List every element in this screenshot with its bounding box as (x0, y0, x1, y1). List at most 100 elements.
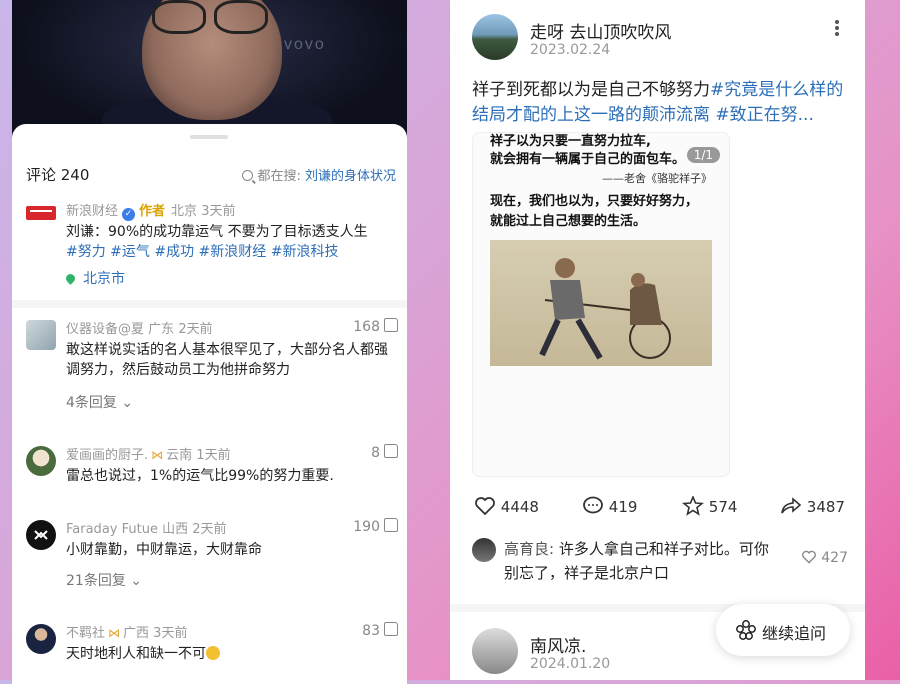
emoji-icon (206, 646, 220, 660)
image-counter: 1/1 (686, 147, 720, 163)
post-location[interactable]: 北京市 (64, 268, 125, 288)
comments-panel: 评论 240 都在搜: 刘谦的身体状况 新浪财经 ✓ 作者 北京 3天前 刘谦：90%… (12, 124, 407, 684)
location-label: 北京市 (83, 271, 125, 287)
share-count: 3487 (806, 498, 845, 516)
thumb-up-icon (384, 518, 398, 532)
hot-comment-author[interactable]: 高育良: (504, 540, 554, 558)
like-button[interactable]: 83 (362, 622, 398, 639)
comment-text: 小财靠勤，中财靠运，大财靠命 (66, 542, 262, 558)
hot-comment-text: 高育良: 许多人拿自己和祥子对比。可你别忘了，祥子是北京户口 (504, 537, 774, 585)
comment-region: 广东 (148, 322, 175, 337)
share-button[interactable]: 3487 (780, 496, 845, 516)
trending-search[interactable]: 都在搜: 刘谦的身体状况 (242, 165, 396, 184)
comment-text: 天时地利人和缺一不可 (66, 644, 396, 664)
comment-button[interactable]: 419 (582, 496, 637, 516)
comment-author[interactable]: 不羁社 (66, 626, 105, 641)
comment-author[interactable]: 仪器设备@夏 (66, 322, 144, 337)
comment-text: 雷总也说过，1%的运气比99%的努力重要. (66, 468, 334, 484)
post-text: 刘谦：90%的成功靠运气 不要为了目标透支人生 #努力 #运气 #成功 #新浪财… (66, 222, 406, 262)
avatar[interactable] (26, 320, 56, 350)
chevron-down-icon: ⌄ (116, 395, 134, 411)
post-date: 2024.01.20 (530, 656, 611, 672)
search-icon (242, 170, 254, 181)
like-count: 83 (362, 623, 380, 639)
like-button[interactable]: 8 (371, 444, 398, 461)
comment-icon (583, 496, 603, 514)
post-actions: 4448 419 574 3487 (472, 494, 852, 524)
comment-text: 敢这样说实话的名人基本很罕见了，大部分名人都强调努力，然后鼓动员工为他拼命努力 (66, 342, 388, 378)
divider (12, 300, 407, 308)
like-count: 8 (371, 445, 380, 461)
vip-badge-icon: ⋈ (108, 626, 121, 640)
video-player[interactable]: vovo (12, 0, 407, 140)
comment-meta: 爱画画的厨子. ⋈ 云南 1天前 (66, 444, 231, 463)
post-author[interactable]: 南风凉. (530, 632, 586, 657)
comments-count: 评论 240 (26, 166, 90, 184)
post-image[interactable]: 祥子以为只要一直努力拉车, 就会拥有一辆属于自己的面包车。 ——老舍《骆驼祥子》… (472, 132, 730, 477)
heart-icon (801, 550, 816, 564)
avatar[interactable] (472, 14, 518, 60)
comment-body: 天时地利人和缺一不可 (66, 646, 206, 662)
chevron-down-icon: ⌄ (125, 573, 143, 589)
view-replies[interactable]: 4条回复 ⌄ (66, 392, 133, 412)
like-count: 427 (821, 550, 848, 566)
thumb-up-icon (384, 318, 398, 332)
image-text-line: 现在，我们也以为，只要好好努力， (490, 194, 699, 209)
comment-author[interactable]: Faraday Futue (66, 522, 158, 537)
avatar[interactable] (26, 624, 56, 654)
like-count: 4448 (500, 498, 539, 516)
thumb-up-icon (384, 444, 398, 458)
search-query[interactable]: 刘谦的身体状况 (305, 169, 396, 184)
rickshaw-illustration (490, 240, 712, 366)
glasses (152, 0, 272, 34)
post-time: 3天前 (201, 204, 236, 219)
vip-badge-icon: ⋈ (151, 448, 164, 462)
like-button[interactable]: 168 (353, 318, 398, 335)
image-credit: ——老舍《骆驼祥子》 (602, 172, 712, 185)
verified-icon: ✓ (122, 208, 136, 221)
post-region: 北京 (171, 204, 198, 219)
comment-meta: 不羁社 ⋈ 广西 3天前 (66, 622, 187, 641)
favorite-count: 574 (708, 498, 738, 516)
view-replies[interactable]: 21条回复 ⌄ (66, 570, 142, 590)
like-button[interactable]: 190 (353, 518, 398, 535)
search-prefix: 都在搜: (257, 169, 305, 184)
like-button[interactable]: 4448 (474, 496, 539, 516)
video-brand-text: vovo (284, 36, 326, 53)
sparkle-flower-icon (736, 620, 756, 640)
image-text-line: 就会拥有一辆属于自己的面包车。 (490, 152, 686, 167)
comment-author[interactable]: 爱画画的厨子. (66, 448, 148, 463)
post-hashtags[interactable]: #努力 #运气 #成功 #新浪财经 #新浪科技 (66, 244, 338, 260)
drag-handle[interactable] (190, 135, 228, 139)
follow-up-ask-button[interactable]: 继续追问 (716, 604, 850, 656)
post-body: 祥子到死都以为是自己不够努力 (472, 80, 710, 100)
comment-meta: 仪器设备@夏 广东 2天前 (66, 318, 213, 337)
post-text[interactable]: 祥子到死都以为是自己不够努力#究竟是什么样的结局才配的上这一路的颠沛流离 #致正… (472, 78, 844, 128)
image-text-line: 就能过上自己想要的生活。 (490, 214, 647, 229)
author-tag: 作者 (139, 204, 166, 219)
sina-finance-logo (26, 206, 56, 220)
like-count: 190 (353, 519, 380, 535)
favorite-button[interactable]: 574 (681, 494, 738, 516)
avatar[interactable] (26, 446, 56, 476)
follow-up-label: 继续追问 (762, 624, 827, 643)
post-author[interactable]: 新浪财经 (66, 204, 118, 219)
share-icon (781, 497, 802, 514)
comment-time: 2天前 (192, 522, 227, 537)
post-author[interactable]: 走呀 去山顶吹吹风 (530, 18, 671, 43)
comment-meta: Faraday Futue 山西 2天前 (66, 518, 227, 537)
faraday-logo-avatar[interactable] (26, 520, 56, 550)
avatar[interactable] (472, 538, 496, 562)
like-count: 168 (353, 319, 380, 335)
star-icon (681, 494, 705, 516)
replies-label: 21条回复 (66, 573, 126, 589)
comment-count: 419 (608, 498, 638, 516)
more-options-icon[interactable] (834, 18, 840, 38)
like-button[interactable]: 427 (801, 550, 848, 566)
comment-time: 3天前 (153, 626, 188, 641)
post-date: 2023.02.24 (530, 42, 611, 58)
post-meta: 新浪财经 ✓ 作者 北京 3天前 (66, 200, 235, 221)
comment-time: 2天前 (178, 322, 213, 337)
post-body: 刘谦：90%的成功靠运气 不要为了目标透支人生 (66, 224, 368, 240)
avatar[interactable] (472, 628, 518, 674)
